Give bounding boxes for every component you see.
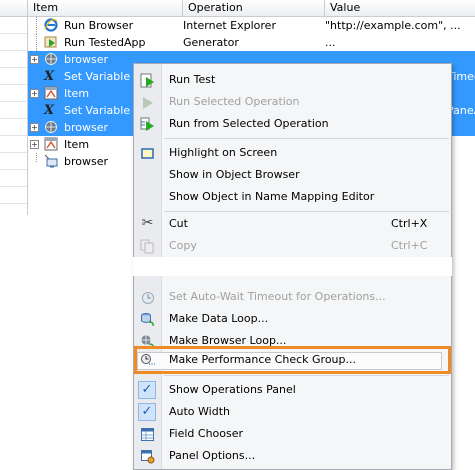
highlight-icon bbox=[141, 148, 154, 159]
row-item: browser bbox=[64, 121, 109, 134]
globe-icon bbox=[45, 121, 57, 133]
menu-separator bbox=[164, 211, 449, 212]
run-from-selected-icon bbox=[140, 117, 154, 131]
menu-label: Field Chooser bbox=[169, 427, 244, 440]
data-loop-icon bbox=[141, 313, 154, 327]
window-item-icon bbox=[44, 137, 58, 151]
row-item: browser bbox=[64, 53, 109, 66]
menu-item-cut[interactable]: ✂ Cut Ctrl+X bbox=[134, 213, 451, 235]
variable-icon: X bbox=[44, 69, 55, 84]
menu-label: Highlight on Screen bbox=[169, 146, 278, 159]
internet-explorer-icon bbox=[44, 18, 58, 32]
menu-item-show-in-object-browser[interactable]: Show in Object Browser bbox=[134, 164, 451, 186]
menu-item-highlight-on-screen[interactable]: Highlight on Screen bbox=[134, 142, 451, 164]
expand-icon[interactable]: + bbox=[30, 123, 39, 132]
menu-shortcut: Ctrl+X bbox=[391, 217, 428, 230]
highlight-callout bbox=[134, 346, 451, 374]
row-item: Run Browser bbox=[64, 19, 134, 32]
checkmark-icon: ✓ bbox=[138, 381, 156, 399]
menu-item-auto-width[interactable]: ✓ Auto Width bbox=[134, 401, 451, 423]
browser-object-icon bbox=[44, 154, 58, 168]
header-item[interactable]: Item bbox=[28, 0, 183, 16]
menu-item-show-operations-panel[interactable]: ✓ Show Operations Panel bbox=[134, 379, 451, 401]
row-value: ... bbox=[325, 36, 336, 49]
row-item: Run TestedApp bbox=[64, 36, 146, 49]
menu-shortcut: Ctrl+C bbox=[391, 239, 428, 252]
menu-crop-gap bbox=[133, 257, 452, 276]
menu-label: Run Test bbox=[169, 73, 216, 86]
timer-icon bbox=[142, 292, 154, 304]
checkmark-icon: ✓ bbox=[138, 403, 156, 421]
expand-icon[interactable]: + bbox=[30, 140, 39, 149]
table-row[interactable]: Run TestedApp Generator ... bbox=[28, 34, 475, 51]
menu-label: Show Operations Panel bbox=[169, 383, 296, 396]
menu-label: Set Auto-Wait Timeout for Operations... bbox=[169, 290, 386, 303]
menu-label: Cut bbox=[169, 217, 188, 230]
grid-header: Item Operation Value bbox=[0, 0, 475, 17]
menu-label: Make Data Loop... bbox=[169, 312, 269, 325]
menu-label: Show Object in Name Mapping Editor bbox=[169, 190, 375, 203]
table-row[interactable]: Run Browser Internet Explorer "http://ex… bbox=[28, 17, 475, 34]
run-app-icon bbox=[44, 36, 57, 48]
menu-label: Copy bbox=[169, 239, 197, 252]
row-item: browser bbox=[64, 155, 109, 168]
row-item: Item bbox=[64, 87, 90, 100]
run-test-icon bbox=[140, 73, 154, 88]
menu-label: Run from Selected Operation bbox=[169, 117, 329, 130]
row-operation: Internet Explorer bbox=[183, 19, 276, 32]
scissors-icon: ✂ bbox=[141, 215, 154, 231]
window-item-icon bbox=[44, 86, 58, 100]
row-gutter bbox=[0, 17, 28, 215]
menu-item-run-test[interactable]: Run Test bbox=[134, 69, 451, 91]
menu-label: Show in Object Browser bbox=[169, 168, 300, 181]
menu-separator bbox=[164, 138, 449, 139]
menu-label: Run Selected Operation bbox=[169, 95, 300, 108]
header-gutter bbox=[0, 0, 28, 16]
row-item: Item bbox=[64, 138, 90, 151]
menu-item-field-chooser[interactable]: Field Chooser bbox=[134, 423, 451, 445]
row-value: "http://example.com", ... bbox=[325, 19, 461, 32]
globe-icon bbox=[45, 53, 57, 65]
field-chooser-icon bbox=[141, 428, 154, 441]
menu-separator bbox=[164, 375, 449, 376]
menu-item-show-in-name-mapping[interactable]: Show Object in Name Mapping Editor bbox=[134, 186, 451, 208]
expand-icon[interactable]: + bbox=[30, 55, 39, 64]
menu-item-set-auto-wait-timeout[interactable]: Set Auto-Wait Timeout for Operations... bbox=[134, 286, 451, 308]
copy-icon bbox=[140, 239, 154, 254]
run-selected-icon bbox=[143, 97, 153, 109]
menu-item-panel-options[interactable]: Panel Options... bbox=[134, 445, 451, 467]
header-value[interactable]: Value bbox=[325, 0, 475, 16]
menu-item-copy[interactable]: Copy Ctrl+C bbox=[134, 235, 451, 257]
header-operation[interactable]: Operation bbox=[183, 0, 325, 16]
row-operation: Generator bbox=[183, 36, 239, 49]
context-menu: Run Test Run Selected Operation Run from… bbox=[133, 63, 452, 470]
menu-label: Panel Options... bbox=[169, 449, 256, 462]
expand-icon[interactable]: + bbox=[30, 89, 39, 98]
menu-label: Auto Width bbox=[169, 405, 230, 418]
panel-options-icon bbox=[141, 450, 155, 464]
menu-item-run-selected-operation[interactable]: Run Selected Operation bbox=[134, 91, 451, 113]
menu-item-run-from-selected[interactable]: Run from Selected Operation bbox=[134, 113, 451, 135]
menu-item-make-data-loop[interactable]: Make Data Loop... bbox=[134, 308, 451, 330]
variable-icon: X bbox=[44, 103, 55, 118]
